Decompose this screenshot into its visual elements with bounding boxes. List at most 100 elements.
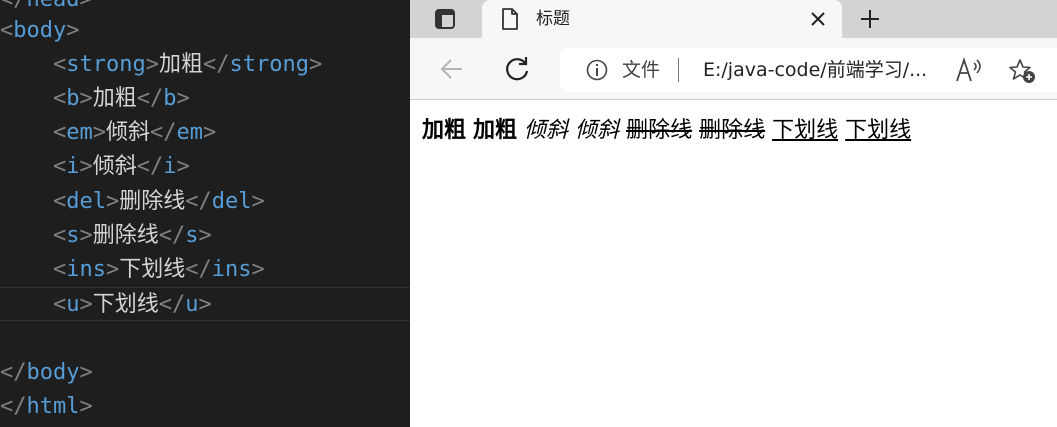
plus-icon (861, 10, 879, 28)
code-tag: body (26, 360, 80, 385)
code-bracket: </ (0, 0, 27, 12)
code-line-body-open[interactable]: <body> (0, 14, 79, 48)
code-text: 下划线 (119, 257, 186, 282)
code-line-i[interactable]: <i>倾斜</i> (0, 150, 190, 184)
code-bracket: > (79, 292, 93, 317)
code-tag: u (66, 292, 80, 317)
code-tag: del (211, 189, 252, 214)
tab-close-button[interactable] (808, 9, 828, 29)
code-bracket: </ (202, 52, 230, 77)
code-tag: body (13, 18, 67, 43)
code-tag: b (163, 86, 177, 111)
code-line-s[interactable]: <s>删除线</s> (0, 219, 212, 253)
code-line-b[interactable]: <b>加粗</b> (0, 82, 190, 116)
code-text: 加粗 (158, 52, 203, 77)
code-tag: ins (211, 257, 252, 282)
code-bracket: > (92, 120, 106, 145)
tab-bar: 标题 (410, 0, 1057, 40)
code-bracket: > (79, 394, 93, 419)
code-bracket: < (52, 257, 67, 282)
document-icon (502, 8, 518, 30)
code-bracket: > (105, 189, 120, 214)
code-bracket: </ (185, 257, 212, 282)
reload-button[interactable] (500, 52, 534, 86)
code-bracket: < (52, 154, 67, 179)
strong-text: 加粗 (422, 118, 467, 143)
code-bracket: < (52, 86, 67, 111)
italic-text: 倾斜 (575, 118, 620, 143)
address-bar[interactable]: 文件 E:/java-code/前端学习/... (560, 48, 1057, 92)
close-icon (811, 12, 825, 26)
address-separator (678, 58, 679, 82)
code-bracket: </ (158, 292, 186, 317)
code-bracket: < (52, 292, 67, 317)
code-line-u-current[interactable]: <u>下划线</u> (0, 287, 410, 321)
code-text: 删除线 (119, 189, 186, 214)
code-tag: em (66, 120, 93, 145)
bold-text: 加粗 (473, 118, 518, 143)
code-bracket: > (176, 154, 190, 179)
code-text: 倾斜 (105, 120, 150, 145)
code-bracket: < (52, 120, 67, 145)
tab-actions-icon (435, 9, 455, 29)
code-bracket: > (198, 223, 212, 248)
code-bracket: < (52, 223, 67, 248)
code-bracket: </ (136, 154, 164, 179)
code-bracket: </ (150, 120, 177, 145)
code-bracket: > (66, 18, 80, 43)
code-bracket: < (0, 18, 14, 43)
code-text: 下划线 (92, 292, 159, 317)
tab-active[interactable]: 标题 (482, 0, 842, 40)
code-tag: html (26, 394, 80, 419)
code-bracket: > (79, 0, 92, 12)
emphasis-text: 倾斜 (524, 118, 569, 143)
code-bracket: </ (185, 189, 212, 214)
screen: </head> <body> <strong>加粗</strong> <b>加粗… (0, 0, 1057, 427)
read-aloud-icon[interactable] (955, 57, 985, 83)
code-tag: u (185, 292, 199, 317)
back-button[interactable] (435, 52, 469, 86)
code-tag: s (185, 223, 199, 248)
code-bracket: > (105, 257, 120, 282)
address-scheme-label: 文件 (622, 59, 661, 81)
code-line-strong[interactable]: <strong>加粗</strong> (0, 48, 322, 82)
code-tag: strong (66, 52, 146, 77)
code-line-ins[interactable]: <ins>下划线</ins> (0, 253, 265, 287)
browser-toolbar: 文件 E:/java-code/前端学习/... (410, 38, 1057, 100)
code-tag: s (66, 223, 80, 248)
code-bracket: > (79, 86, 93, 111)
code-tag: b (66, 86, 80, 111)
deleted-text: 删除线 (626, 118, 693, 143)
code-line-em[interactable]: <em>倾斜</em> (0, 116, 216, 150)
code-tag: strong (229, 52, 309, 77)
address-url[interactable]: E:/java-code/前端学习/... (703, 48, 927, 92)
code-bracket: < (52, 52, 67, 77)
code-tag: i (163, 154, 177, 179)
tab-actions-button[interactable] (430, 6, 460, 32)
code-bracket: > (203, 120, 217, 145)
arrow-left-icon (440, 59, 462, 79)
code-line-body-close[interactable]: </body> (0, 356, 93, 390)
code-bracket: > (251, 257, 265, 282)
code-bracket: > (79, 154, 93, 179)
add-favorite-icon[interactable] (1008, 58, 1036, 84)
strikethrough-text: 删除线 (699, 118, 766, 143)
page-content: 加粗 加粗 倾斜 倾斜 删除线 删除线 下划线 下划线 (422, 112, 911, 144)
code-tag: del (66, 189, 106, 214)
code-bracket: > (176, 86, 190, 111)
code-tag: ins (66, 257, 106, 282)
underline-text: 下划线 (845, 118, 912, 143)
code-bracket: < (52, 189, 67, 214)
code-line-html-close[interactable]: </html> (0, 390, 93, 424)
new-tab-button[interactable] (856, 5, 884, 33)
info-icon[interactable] (586, 59, 608, 81)
code-bracket: > (308, 52, 323, 77)
code-line-del[interactable]: <del>删除线</del> (0, 185, 265, 219)
code-editor[interactable]: </head> <body> <strong>加粗</strong> <b>加粗… (0, 0, 410, 427)
